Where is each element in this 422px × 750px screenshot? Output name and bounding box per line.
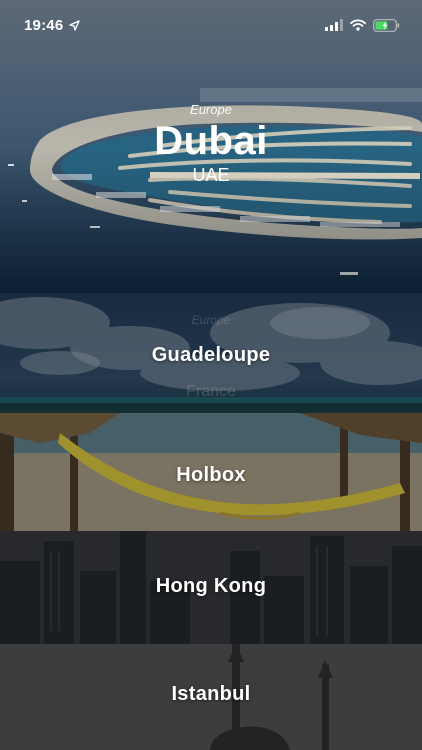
status-time: 19:46 bbox=[24, 16, 64, 34]
featured-city-title: Dubai bbox=[154, 119, 268, 163]
wifi-icon bbox=[350, 19, 366, 31]
guadeloupe-country-faded: France bbox=[186, 383, 236, 400]
featured-continent: Europe bbox=[190, 102, 232, 117]
destination-card-holbox[interactable]: Holbox bbox=[0, 413, 422, 531]
destination-label-guadeloupe: Guadeloupe bbox=[151, 343, 271, 366]
guadeloupe-continent-faded: Europe bbox=[191, 313, 231, 327]
location-arrow-icon bbox=[69, 19, 81, 31]
destination-card-hong-kong[interactable]: Hong Kong bbox=[0, 531, 422, 644]
destination-label-hong-kong: Hong Kong bbox=[155, 575, 267, 597]
featured-country: UAE bbox=[192, 165, 230, 185]
destination-label-istanbul: Istanbul bbox=[171, 682, 251, 705]
signal-bars-icon bbox=[325, 19, 343, 31]
battery-charging-icon bbox=[373, 18, 400, 32]
destination-label-holbox: Holbox bbox=[176, 463, 246, 486]
destination-card-istanbul[interactable]: Istanbul bbox=[0, 644, 422, 750]
status-bar: 19:46 bbox=[0, 0, 422, 50]
destination-card-guadeloupe[interactable]: Europe Guadeloupe France bbox=[0, 293, 422, 413]
